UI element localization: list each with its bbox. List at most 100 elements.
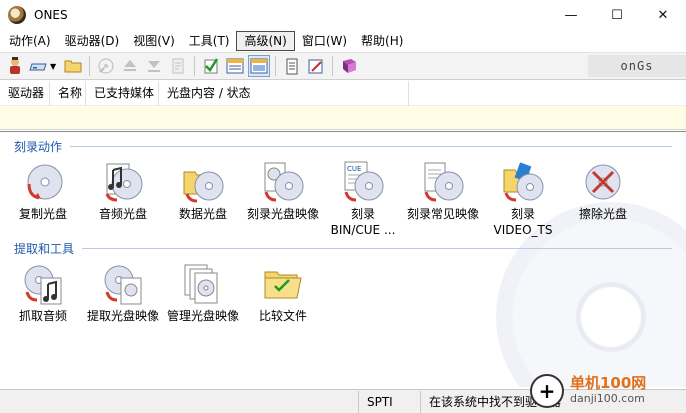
menu-advanced[interactable]: 高级(N) [236,31,295,51]
tile-label: 音频光盘 [98,207,147,221]
drive-info-button[interactable] [95,55,117,77]
section-title-burn: 刻录动作 [14,140,63,154]
menu-tools[interactable]: 工具(T) [182,31,237,51]
window-title: ONES [34,8,68,22]
menu-action[interactable]: 动作(A) [2,31,58,51]
tile-erase-disc[interactable]: 擦除光盘 [563,160,643,222]
column-supported-media[interactable]: 已支持媒体 [86,80,159,106]
status-interface: SPTI [358,390,420,413]
disc-info-icon [98,58,114,74]
site-watermark: + 单机100网 danji100.com [530,371,680,411]
toolbar-separator [194,56,196,76]
drive-icon [29,63,47,71]
toolbar-separator [275,56,277,76]
watermark-site-url: danji100.com [570,392,645,405]
drive-list-body[interactable] [0,106,686,130]
list-view-icon [226,58,244,74]
column-disc-content-status[interactable]: 光盘内容 / 状态 [159,80,409,106]
data-disc-icon [181,160,225,204]
chevron-down-icon[interactable]: ▼ [50,62,56,71]
tile-burn-common-image[interactable]: 刻录常见映像 [403,160,483,222]
tile-copy-disc[interactable]: 复制光盘 [3,160,83,222]
panel-view-icon [250,58,268,74]
erase-disc-icon [581,160,625,204]
burn-image-icon [261,160,305,204]
burn-common-image-icon [421,160,465,204]
status-cell-empty [0,391,358,413]
watermark-text: 单机100网 danji100.com [570,375,646,407]
tile-label: 比较文件 [258,309,307,323]
tile-audio-disc[interactable]: 音频光盘 [83,160,163,222]
checkmark-icon [204,58,219,74]
copy-disc-icon [21,160,65,204]
compare-files-icon [261,262,305,306]
burn-video-ts-icon [501,160,545,204]
tile-burn-image[interactable]: 刻录光盘映像 [243,160,323,222]
menu-help[interactable]: 帮助(H) [354,31,410,51]
tile-label: 管理光盘映像 [166,309,239,323]
drive-list-header: 驱动器 名称 已支持媒体 光盘内容 / 状态 [0,80,686,106]
disc-properties-button[interactable] [167,55,189,77]
manage-images-icon [181,262,225,306]
menu-window[interactable]: 窗口(W) [295,31,354,51]
tile-label: 刻录常见映像 [406,207,479,221]
tile-view-button[interactable] [248,55,271,77]
plus-icon: + [530,374,564,408]
menu-view[interactable]: 视图(V) [126,31,182,51]
maximize-button[interactable]: ☐ [594,0,640,30]
verify-button[interactable] [200,55,222,77]
extract-image-icon [101,262,145,306]
tile-manage-images[interactable]: 管理光盘映像 [163,262,243,324]
document-icon [172,58,184,74]
tile-label: 抓取音频 [18,309,67,323]
eject-button[interactable] [119,55,141,77]
tile-extract-image[interactable]: 提取光盘映像 [83,262,163,324]
rip-audio-icon [21,262,65,306]
load-button[interactable] [143,55,165,77]
tile-compare-files[interactable]: 比较文件 [243,262,323,324]
tile-rip-audio[interactable]: 抓取音频 [3,262,83,324]
column-name[interactable]: 名称 [50,80,86,106]
book-icon [343,59,357,73]
load-tray-icon [148,61,161,72]
notepad-icon [286,58,298,75]
folder-icon [64,60,82,73]
eject-icon [124,60,137,71]
column-drive[interactable]: 驱动器 [0,80,50,106]
toolbar-separator [332,56,334,76]
watermark-site-name: 单机100网 [570,374,647,392]
close-button[interactable]: ✕ [640,0,686,30]
burn-bincue-icon: CUE [341,160,385,204]
actions-pane: 刻录动作 复制光盘 音频光盘 数据光盘 刻录光盘映像 CUE 刻录 BIN/CU… [0,131,686,387]
help-book-button[interactable] [338,55,360,77]
tile-label: 刻录光盘映像 [246,207,319,221]
wizard-button[interactable] [4,55,26,77]
menu-drive[interactable]: 驱动器(D) [58,31,127,51]
tile-burn-video-ts[interactable]: 刻录 VIDEO_TS [483,160,563,238]
tile-label: 数据光盘 [178,207,227,221]
audio-disc-icon [101,160,145,204]
section-divider [82,248,672,249]
brand-logo: onGs [588,55,686,77]
minimize-button[interactable]: — [548,0,594,30]
tile-label-line2: BIN/CUE ... [330,223,396,237]
tile-data-disc[interactable]: 数据光盘 [163,160,243,222]
edit-button[interactable] [305,55,327,77]
details-view-button[interactable] [224,55,246,77]
tile-label: 擦除光盘 [578,207,627,221]
open-folder-button[interactable] [62,55,84,77]
tile-burn-bincue[interactable]: CUE 刻录 BIN/CUE ... [323,160,403,238]
menu-bar: 动作(A) 驱动器(D) 视图(V) 工具(T) 高级(N) 窗口(W) 帮助(… [0,30,686,52]
tile-label: 刻录 [510,207,535,221]
drive-select-button[interactable] [28,55,50,77]
section-title-extract: 提取和工具 [14,242,75,256]
svg-text:CUE: CUE [347,165,361,173]
tile-label: 复制光盘 [18,207,67,221]
app-icon [8,6,26,24]
tile-label: 刻录 [350,207,375,221]
section-divider [70,146,672,147]
wizard-icon [10,57,20,74]
window-controls: — ☐ ✕ [548,0,686,30]
title-bar: ONES — ☐ ✕ [0,0,686,30]
log-button[interactable] [281,55,303,77]
